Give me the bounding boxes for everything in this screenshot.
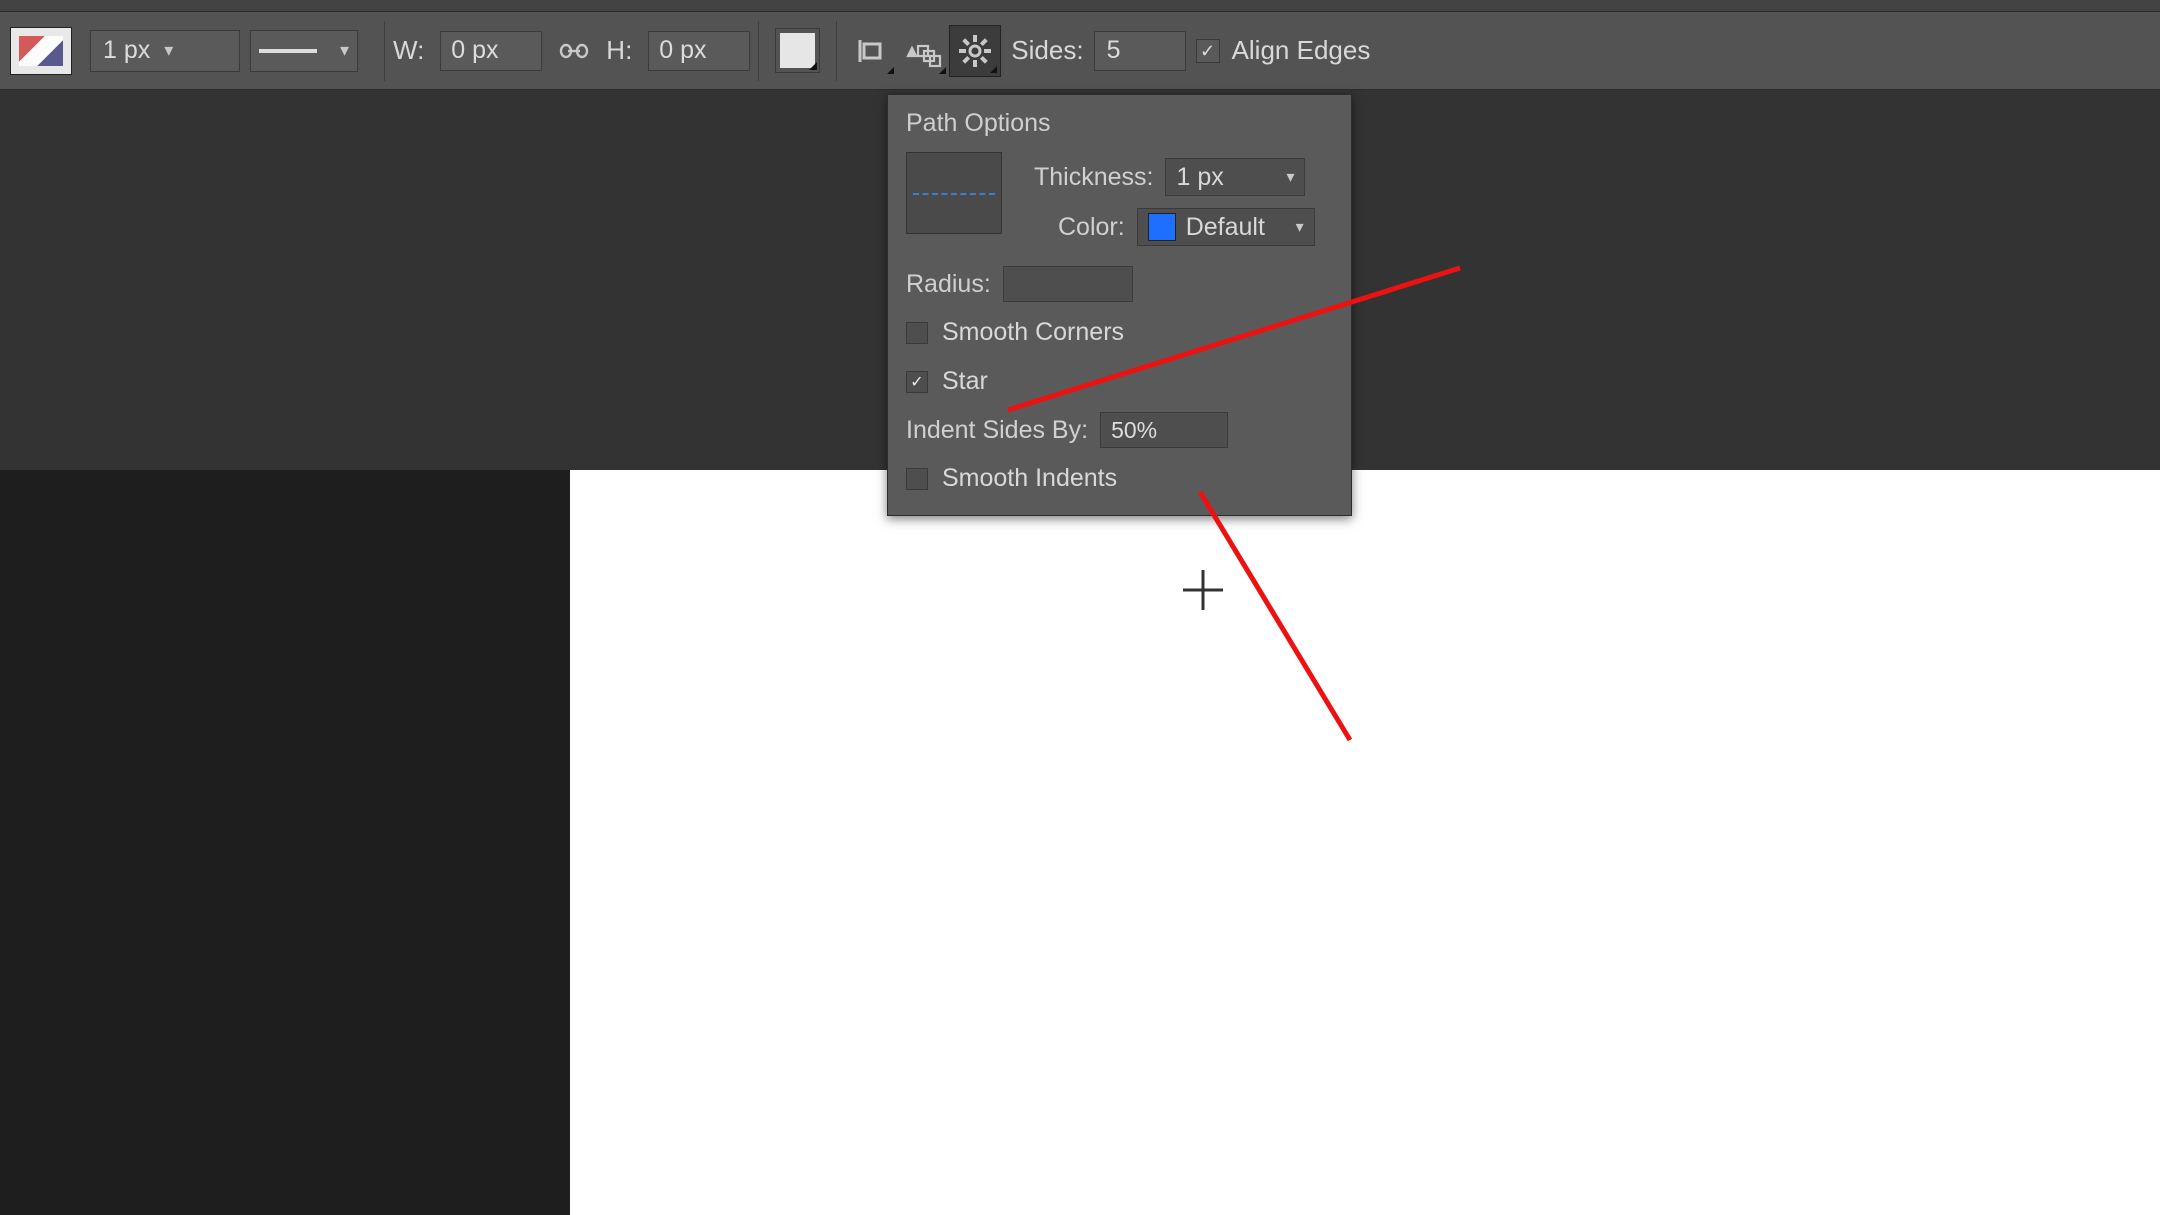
stroke-width-value: 1 px [103,36,150,65]
checkmark-icon: ✓ [1200,42,1215,60]
color-label: Color: [1058,213,1125,242]
align-edges-label: Align Edges [1232,35,1371,66]
star-checkbox[interactable]: ✓ [906,371,928,393]
window-top-strip [0,0,2160,12]
chevron-down-icon: ▾ [164,40,173,61]
panel-title: Path Options [888,95,1351,148]
radius-input[interactable] [1003,266,1133,302]
star-label: Star [942,367,988,396]
path-options-panel: Path Options Thickness: 1 px ▾ Color: De… [887,94,1352,516]
smooth-corners-label: Smooth Corners [942,318,1124,347]
checkmark-icon: ✓ [910,372,923,392]
thickness-dropdown[interactable]: 1 px ▾ [1165,158,1305,196]
separator [836,21,837,81]
width-label: W: [393,35,424,66]
sides-input[interactable] [1094,31,1186,71]
radius-label: Radius: [906,270,991,299]
thickness-row: Thickness: 1 px ▾ [1016,152,1351,202]
sides-group: Sides: [1011,31,1185,71]
height-label: H: [606,35,632,66]
smooth-indents-checkbox[interactable] [906,468,928,490]
link-wh-icon[interactable] [552,29,596,73]
align-edges-checkbox[interactable]: ✓ [1196,39,1220,63]
smooth-indents-label: Smooth Indents [942,464,1117,493]
separator [384,21,385,81]
document-canvas[interactable] [570,470,2160,1215]
path-preview-thumbnail[interactable] [906,152,1002,234]
line-icon [259,49,317,53]
chevron-down-icon: ▾ [1296,217,1304,237]
path-arrangement-button[interactable] [897,25,949,77]
fill-color-swatch[interactable] [775,28,820,73]
star-row: ✓ Star [888,357,1351,406]
sides-label: Sides: [1011,35,1083,66]
align-edges-group: ✓ Align Edges [1196,35,1371,66]
color-dropdown[interactable]: Default ▾ [1137,208,1315,246]
smooth-corners-row: Smooth Corners [888,308,1351,357]
width-input[interactable] [440,31,542,71]
thickness-value: 1 px [1176,163,1223,192]
tool-preset-thumbnail[interactable] [10,27,72,75]
separator [758,21,759,81]
smooth-indents-row: Smooth Indents [888,454,1351,503]
stroke-style-dropdown[interactable]: ▾ [250,30,358,72]
smooth-corners-checkbox[interactable] [906,322,928,344]
indent-input[interactable] [1100,412,1228,448]
color-row: Color: Default ▾ [1016,202,1351,252]
indent-label: Indent Sides By: [906,416,1088,445]
radius-row: Radius: [888,260,1351,308]
indent-row: Indent Sides By: [888,406,1351,454]
stroke-width-dropdown[interactable]: 1 px ▾ [90,30,240,72]
height-input[interactable] [648,31,750,71]
color-value: Default [1186,213,1265,242]
thickness-label: Thickness: [1034,163,1153,192]
color-chip-icon [1148,213,1176,241]
chevron-down-icon: ▾ [340,40,349,61]
width-height-group: W: H: [393,29,750,73]
path-options-gear-button[interactable] [949,25,1001,77]
chevron-down-icon: ▾ [1286,167,1294,187]
path-alignment-button[interactable] [845,25,897,77]
options-bar: 1 px ▾ ▾ W: H: [0,12,2160,90]
